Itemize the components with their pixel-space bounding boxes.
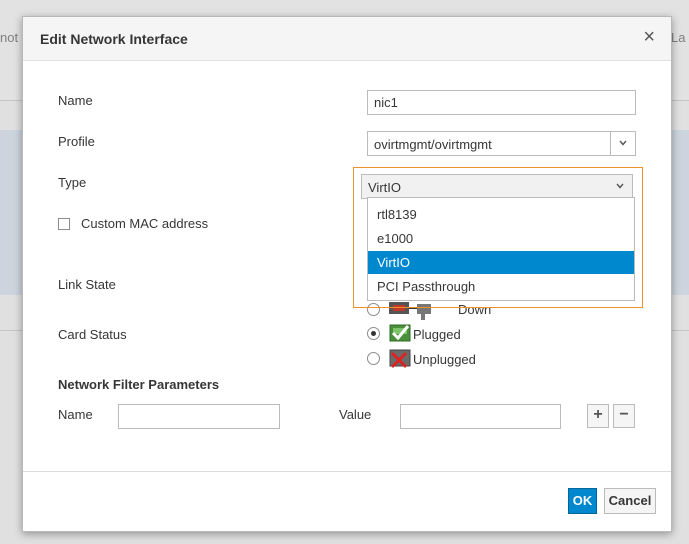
type-option-pci-passthrough[interactable]: PCI Passthrough	[368, 275, 634, 298]
type-option-rtl8139[interactable]: rtl8139	[368, 203, 634, 226]
type-select[interactable]: VirtIO	[361, 174, 633, 199]
card-status-plugged-radio[interactable]	[367, 327, 380, 340]
filter-value-input[interactable]	[400, 404, 561, 429]
ok-button[interactable]: OK	[568, 488, 597, 514]
profile-select-value: ovirtmgmt/ovirtmgmt	[374, 137, 492, 152]
modal-header: Edit Network Interface ×	[23, 17, 671, 61]
custom-mac-label: Custom MAC address	[81, 216, 209, 231]
name-input[interactable]	[367, 90, 636, 115]
footer-divider	[23, 471, 671, 472]
remove-filter-button[interactable]: −	[613, 404, 635, 428]
type-select-value: VirtIO	[368, 180, 401, 195]
type-label: Type	[58, 175, 87, 190]
chevron-down-icon	[608, 175, 632, 198]
filter-value-label: Value	[339, 407, 372, 422]
link-state-label: Link State	[58, 277, 116, 292]
add-filter-button[interactable]: +	[587, 404, 609, 428]
nic-plugged-icon	[389, 322, 411, 344]
type-option-virtio[interactable]: VirtIO	[368, 251, 634, 274]
nic-unplugged-icon	[389, 347, 411, 369]
custom-mac-checkbox[interactable]	[58, 218, 70, 230]
chevron-down-icon	[610, 132, 635, 155]
plus-icon: +	[593, 406, 603, 423]
modal-title: Edit Network Interface	[40, 31, 188, 47]
type-dropdown-list: rtl8139 e1000 VirtIO PCI Passthrough	[367, 197, 635, 301]
name-label: Name	[58, 93, 93, 108]
network-filter-heading: Network Filter Parameters	[58, 377, 220, 392]
card-status-label: Card Status	[58, 327, 127, 342]
close-icon[interactable]: ×	[643, 26, 655, 48]
edit-network-interface-dialog: Edit Network Interface × Name Profile ov…	[22, 16, 672, 532]
filter-name-input[interactable]	[118, 404, 280, 429]
cancel-button[interactable]: Cancel	[604, 488, 656, 514]
filter-name-label: Name	[58, 407, 93, 422]
profile-label: Profile	[58, 134, 95, 149]
minus-icon: −	[619, 406, 629, 423]
unplugged-label: Unplugged	[413, 352, 476, 367]
profile-select[interactable]: ovirtmgmt/ovirtmgmt	[367, 131, 636, 156]
plugged-label: Plugged	[413, 327, 461, 342]
card-status-unplugged-radio[interactable]	[367, 352, 380, 365]
type-option-e1000[interactable]: e1000	[368, 227, 634, 250]
